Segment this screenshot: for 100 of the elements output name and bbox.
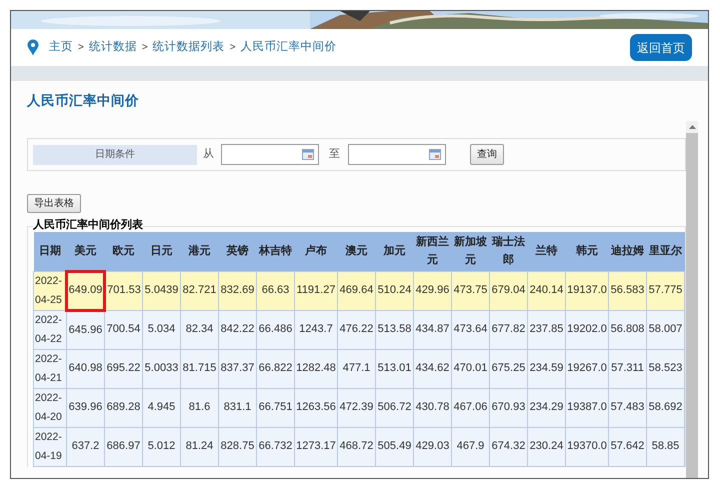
table-cell: 82.721 — [180, 271, 218, 310]
table-cell: 19370.0 — [566, 427, 608, 466]
filter-label: 日期条件 — [33, 144, 197, 164]
column-header: 新加坡元 — [452, 232, 490, 271]
scrollbar[interactable] — [686, 121, 698, 478]
table-cell: 510.24 — [376, 271, 414, 310]
table-cell: 234.59 — [528, 349, 566, 388]
calendar-icon[interactable] — [429, 149, 441, 160]
to-label: 至 — [329, 147, 340, 162]
table-cell: 66.751 — [256, 388, 294, 427]
table-cell: 230.24 — [528, 427, 566, 466]
column-header: 新西兰元 — [414, 232, 452, 271]
table-cell: 505.49 — [376, 427, 414, 466]
table-cell: 700.54 — [104, 310, 142, 349]
table-cell: 58.692 — [646, 388, 684, 427]
table-cell: 66.486 — [256, 310, 294, 349]
table-cell: 645.96 — [66, 310, 104, 349]
column-header: 瑞士法郎 — [490, 232, 528, 271]
search-button[interactable]: 查询 — [470, 144, 504, 165]
table-cell: 677.82 — [490, 310, 528, 349]
table-cell: 476.22 — [338, 310, 376, 349]
column-header: 日期 — [34, 232, 66, 271]
table-cell: 57.483 — [608, 388, 646, 427]
column-header: 英镑 — [218, 232, 256, 271]
table-cell: 472.39 — [338, 388, 376, 427]
table-cell: 701.53 — [104, 271, 142, 310]
table-cell: 506.72 — [376, 388, 414, 427]
table-cell: 240.14 — [528, 271, 566, 310]
table-cell: 58.85 — [646, 427, 684, 466]
table-cell: 470.01 — [452, 349, 490, 388]
table-cell: 649.09 — [66, 271, 104, 310]
table-cell: 58.007 — [646, 310, 684, 349]
breadcrumb-separator: > — [78, 41, 84, 55]
table-cell: 66.822 — [256, 349, 294, 388]
column-header: 林吉特 — [256, 232, 294, 271]
table-cell: 434.87 — [414, 310, 452, 349]
table-cell: 57.775 — [646, 271, 684, 310]
end-date-field[interactable] — [348, 144, 446, 165]
table-cell: 679.04 — [490, 271, 528, 310]
column-header: 欧元 — [104, 232, 142, 271]
table-cell: 5.012 — [142, 427, 180, 466]
table-cell: 1243.7 — [294, 310, 338, 349]
table-cell: 5.0033 — [142, 349, 180, 388]
table-cell: 832.69 — [218, 271, 256, 310]
calendar-icon[interactable] — [302, 149, 314, 160]
column-header: 卢布 — [294, 232, 338, 271]
column-header: 日元 — [142, 232, 180, 271]
table-cell: 513.01 — [376, 349, 414, 388]
table-cell: 81.24 — [180, 427, 218, 466]
table-cell: 1263.56 — [294, 388, 338, 427]
table-cell: 19267.0 — [566, 349, 608, 388]
table-cell: 842.22 — [218, 310, 256, 349]
table-caption: 人民币汇率中间价列表 — [33, 218, 143, 232]
table-cell: 19387.0 — [566, 388, 608, 427]
table-cell: 56.583 — [608, 271, 646, 310]
export-button[interactable]: 导出表格 — [27, 194, 81, 213]
table-cell: 58.523 — [646, 349, 684, 388]
table-cell: 1273.17 — [294, 427, 338, 466]
column-header: 美元 — [66, 232, 104, 271]
table-cell: 81.715 — [180, 349, 218, 388]
table-cell: 837.37 — [218, 349, 256, 388]
column-header: 加元 — [376, 232, 414, 271]
breadcrumb-link[interactable]: 统计数据列表 — [152, 38, 225, 56]
table-cell: 234.29 — [528, 388, 566, 427]
page-title: 人民币汇率中间价 — [27, 92, 139, 110]
table-cell: 430.78 — [414, 388, 452, 427]
breadcrumb-link[interactable]: 主页 — [49, 38, 73, 56]
start-date-field[interactable] — [221, 144, 319, 165]
table-cell: 637.2 — [66, 427, 104, 466]
column-header: 韩元 — [566, 232, 608, 271]
column-header: 兰特 — [528, 232, 566, 271]
breadcrumb-link[interactable]: 人民币汇率中间价 — [240, 38, 337, 56]
table-cell: 467.06 — [452, 388, 490, 427]
breadcrumb-link[interactable]: 统计数据 — [88, 38, 137, 56]
table-cell: 686.97 — [104, 427, 142, 466]
location-pin-icon — [27, 39, 39, 56]
column-header: 里亚尔 — [646, 232, 684, 271]
table-cell: 467.9 — [452, 427, 490, 466]
table-cell: 4.945 — [142, 388, 180, 427]
table-cell: 429.03 — [414, 427, 452, 466]
table-cell: 670.93 — [490, 388, 528, 427]
table-cell: 1282.48 — [294, 349, 338, 388]
table-cell: 639.96 — [66, 388, 104, 427]
table-cell: 429.96 — [414, 271, 452, 310]
table-cell: 5.0439 — [142, 271, 180, 310]
table-cell: 695.22 — [104, 349, 142, 388]
table-cell: 19202.0 — [566, 310, 608, 349]
table-cell: 82.34 — [180, 310, 218, 349]
date-cell: 2022-04-22 — [34, 310, 66, 349]
table-cell: 675.25 — [490, 349, 528, 388]
breadcrumb-separator: > — [230, 41, 236, 55]
table-cell: 674.32 — [490, 427, 528, 466]
scroll-up-icon[interactable] — [688, 125, 696, 129]
breadcrumb-separator: > — [142, 41, 148, 55]
home-button[interactable]: 返回首页 — [630, 34, 692, 61]
table-cell: 57.642 — [608, 427, 646, 466]
table-cell: 469.64 — [338, 271, 376, 310]
table-cell: 66.732 — [256, 427, 294, 466]
date-cell: 2022-04-20 — [34, 388, 66, 427]
table-cell: 66.63 — [256, 271, 294, 310]
